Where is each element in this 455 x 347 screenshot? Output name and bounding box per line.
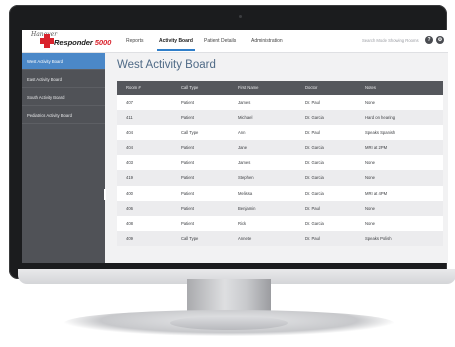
- cell-doctor: Dr. Garcia: [305, 190, 324, 196]
- red-cross-icon: [40, 34, 54, 48]
- app-logo: Hanover Responder 5000: [30, 31, 118, 50]
- top-nav-bar: Hanover Responder 5000 Reports Activity …: [22, 30, 448, 53]
- cell-call-type: Patient: [181, 100, 195, 105]
- cell-room: 407: [126, 100, 133, 105]
- column-header-first-name[interactable]: First Name: [238, 81, 258, 95]
- cell-room: 403: [126, 160, 133, 166]
- cell-room: 404: [126, 130, 133, 136]
- cell-call-type: Patient: [181, 205, 195, 211]
- column-header-notes[interactable]: Notes: [365, 81, 376, 95]
- column-header-doctor[interactable]: Doctor: [305, 81, 317, 95]
- table-row[interactable]: 404 Patient Jane Dr. Garcia MRI at 2PM: [117, 140, 443, 156]
- cell-call-type: Patient: [181, 190, 195, 196]
- cell-room: 400: [126, 190, 133, 196]
- cell-call-type: Call Type: [181, 235, 199, 241]
- cell-notes: Speaks Polish: [365, 235, 392, 241]
- cell-doctor: Dr. Paul: [305, 100, 320, 105]
- cell-room: 419: [126, 175, 133, 181]
- cell-first-name: James: [238, 160, 251, 166]
- tab-activity-board[interactable]: Activity Board: [159, 38, 193, 44]
- cell-first-name: Melissa: [238, 190, 253, 196]
- monitor-base: [170, 316, 288, 330]
- table-row[interactable]: 407 Patient James Dr. Paul None: [117, 95, 443, 111]
- cell-notes: None: [365, 160, 376, 166]
- table-row[interactable]: 400 Patient Melissa Dr. Garcia MRI at 4PM: [117, 185, 443, 201]
- sidebar-item-east-activity-board[interactable]: East Activity Board: [22, 71, 105, 88]
- cell-first-name: Rick: [238, 220, 247, 226]
- table-row[interactable]: 411 Patient Michael Dr. Garcia Hard on heari…: [117, 110, 443, 126]
- cell-doctor: Dr. Paul: [305, 130, 320, 136]
- table-row[interactable]: 409 Call Type Annete Dr. Paul Speaks Polish: [117, 230, 443, 246]
- cell-notes: MRI at 2PM: [365, 145, 388, 151]
- sidebar-item-west-activity-board[interactable]: West Activity Board: [22, 53, 105, 70]
- cell-doctor: Dr. Garcia: [305, 145, 324, 151]
- cell-room: 406: [126, 205, 133, 211]
- cell-call-type: Call Type: [181, 130, 199, 136]
- sidebar: West Activity Board East Activity Board …: [22, 53, 105, 263]
- cell-doctor: Dr. Garcia: [305, 175, 324, 181]
- sidebar-item-pediatrics-activity-board[interactable]: Pediatrics Activity Board: [22, 107, 105, 124]
- cell-call-type: Patient: [181, 160, 195, 166]
- column-header-call-type[interactable]: Call Type: [181, 81, 198, 95]
- table-body: 407 Patient James Dr. Paul None 411 Patient Mic…: [117, 95, 443, 246]
- cell-first-name: Ann: [238, 130, 246, 136]
- table-row[interactable]: 404 Call Type Ann Dr. Paul Speaks Spanish: [117, 125, 443, 141]
- column-header-room[interactable]: Room #: [126, 81, 141, 95]
- cell-first-name: Stephen: [238, 175, 254, 181]
- cell-doctor: Dr. Paul: [305, 205, 320, 211]
- cell-notes: None: [365, 175, 376, 181]
- cell-notes: Speaks Spanish: [365, 130, 396, 136]
- cell-first-name: Michael: [238, 115, 253, 121]
- webcam-dot: [239, 15, 242, 18]
- cell-notes: None: [365, 205, 376, 211]
- main-content: West Activity Board Room # Call Type Fir…: [106, 53, 448, 263]
- app-screen: Hanover Responder 5000 Reports Activity …: [22, 30, 448, 263]
- cell-notes: None: [365, 220, 376, 226]
- cell-doctor: Dr. Garcia: [305, 115, 324, 121]
- cell-notes: Hard on hearing: [365, 115, 396, 121]
- tab-patient-details[interactable]: Patient Details: [204, 38, 236, 44]
- cell-call-type: Patient: [181, 220, 195, 226]
- cell-room: 411: [126, 115, 133, 121]
- table-header: Room # Call Type First Name Doctor Notes: [117, 81, 443, 95]
- logo-brand-name: Responder 5000: [54, 38, 112, 47]
- tab-reports[interactable]: Reports: [126, 38, 144, 44]
- cell-call-type: Patient: [181, 175, 195, 181]
- cell-room: 408: [126, 220, 133, 226]
- table-row[interactable]: 408 Patient Rick Dr. Garcia None: [117, 215, 443, 231]
- cell-doctor: Dr. Garcia: [305, 220, 324, 226]
- active-tab-underline: [157, 49, 195, 51]
- table-row[interactable]: 403 Patient James Dr. Garcia None: [117, 155, 443, 171]
- cell-room: 404: [126, 145, 133, 151]
- cell-doctor: Dr. Garcia: [305, 160, 324, 166]
- cell-notes: MRI at 4PM: [365, 190, 388, 196]
- tab-administration[interactable]: Administration: [251, 38, 283, 44]
- cell-notes: None: [365, 100, 376, 105]
- page-title: West Activity Board: [117, 59, 216, 71]
- cell-first-name: James: [238, 100, 251, 105]
- cell-call-type: Patient: [181, 145, 195, 151]
- activity-table: Room # Call Type First Name Doctor Notes…: [117, 81, 443, 246]
- cell-doctor: Dr. Paul: [305, 235, 320, 241]
- cell-call-type: Patient: [181, 115, 195, 121]
- search-mode-text[interactable]: Search Mode Showing Rooms: [362, 38, 419, 43]
- table-row[interactable]: 406 Patient Benjamin Dr. Paul None: [117, 200, 443, 216]
- cell-room: 409: [126, 235, 133, 241]
- cell-first-name: Jane: [238, 145, 248, 151]
- cell-first-name: Annete: [238, 235, 252, 241]
- help-icon[interactable]: ?: [425, 36, 433, 44]
- settings-icon[interactable]: ⚙: [436, 36, 444, 44]
- sidebar-item-south-activity-board[interactable]: South Activity Board: [22, 89, 105, 106]
- cell-first-name: Benjamin: [238, 205, 256, 211]
- table-row[interactable]: 419 Patient Stephen Dr. Garcia None: [117, 170, 443, 186]
- monitor-bezel: Hanover Responder 5000 Reports Activity …: [9, 5, 455, 284]
